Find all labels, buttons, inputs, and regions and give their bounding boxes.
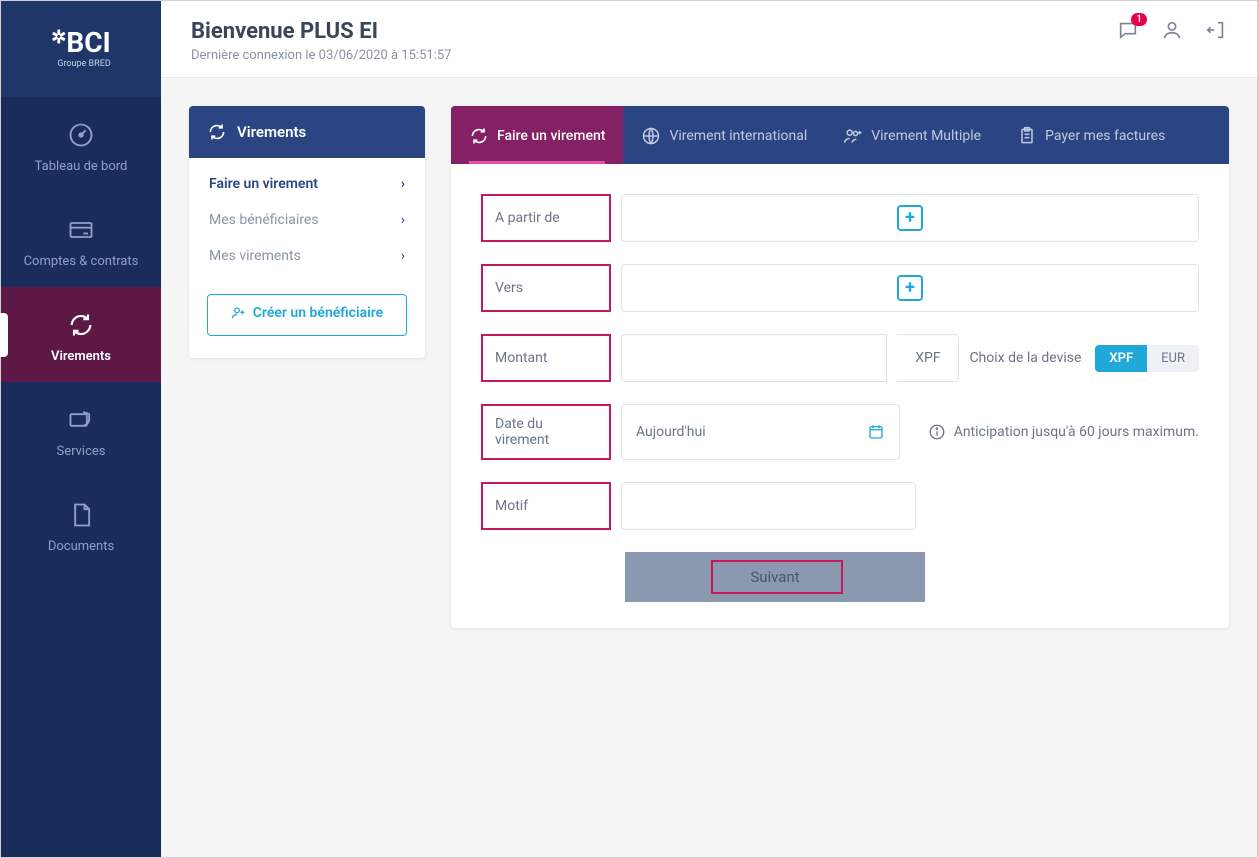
sidebar-item-documents[interactable]: Documents (1, 477, 161, 572)
motif-input[interactable] (636, 498, 901, 514)
clipboard-icon (1017, 126, 1037, 146)
refresh-icon (469, 126, 489, 146)
sidebar-item-services[interactable]: Services (1, 382, 161, 477)
currency-eur-button[interactable]: EUR (1147, 345, 1199, 372)
label-date: Date du virement (481, 404, 611, 460)
sidebar: ✲BCI Groupe BRED Tableau de bord Comptes… (1, 1, 161, 857)
label-motif: Motif (481, 482, 611, 530)
person-plus-icon (231, 305, 247, 321)
submenu-mes-virements[interactable]: Mes virements › (189, 238, 425, 274)
card-icon (67, 216, 95, 244)
currency-choice-label: Choix de la devise (969, 350, 1081, 366)
last-login: Dernière connexion le 03/06/2020 à 15:51… (191, 48, 451, 63)
chevron-right-icon: › (401, 212, 405, 228)
logo-text: BCI (66, 26, 110, 59)
create-beneficiary-label: Créer un bénéficiaire (253, 305, 383, 321)
sidebar-label: Documents (48, 539, 114, 554)
sidebar-label: Services (57, 444, 106, 459)
create-beneficiary-button[interactable]: Créer un bénéficiaire (207, 294, 407, 336)
sidebar-item-transfers[interactable]: Virements (1, 287, 161, 382)
calendar-icon[interactable] (867, 423, 885, 441)
submenu-label: Mes bénéficiaires (209, 212, 319, 228)
logout-icon[interactable] (1205, 19, 1227, 41)
label-amount: Montant (481, 334, 611, 382)
amount-field[interactable] (621, 334, 887, 382)
topbar: Bienvenue PLUS EI Dernière connexion le … (161, 1, 1257, 78)
currency-xpf-button[interactable]: XPF (1095, 345, 1147, 372)
tab-label: Faire un virement (497, 128, 605, 144)
date-value: Aujourd'hui (636, 424, 706, 440)
submenu-beneficiaires[interactable]: Mes bénéficiaires › (189, 202, 425, 238)
logo-subtext: Groupe BRED (51, 59, 110, 69)
info-icon (928, 423, 946, 441)
date-hint: Anticipation jusqu'à 60 jours maximum. (928, 404, 1199, 460)
label-to: Vers (481, 264, 611, 312)
chevron-right-icon: › (401, 248, 405, 264)
submit-button[interactable]: Suivant (625, 552, 925, 602)
to-account-field[interactable]: + (621, 264, 1199, 312)
people-plus-icon (843, 126, 863, 146)
tab-label: Payer mes factures (1045, 128, 1165, 144)
sidebar-label: Virements (51, 349, 111, 364)
tab-faire-virement[interactable]: Faire un virement (451, 106, 623, 164)
logo: ✲BCI Groupe BRED (1, 1, 161, 97)
tab-label: Virement Multiple (871, 128, 981, 144)
submenu-faire-virement[interactable]: Faire un virement › (189, 166, 425, 202)
card-header: Virements (189, 106, 425, 158)
chevron-right-icon: › (401, 176, 405, 192)
user-icon[interactable] (1161, 19, 1183, 41)
add-from-button[interactable]: + (897, 205, 923, 231)
date-hint-text: Anticipation jusqu'à 60 jours maximum. (954, 424, 1199, 440)
motif-field[interactable] (621, 482, 916, 530)
label-from: A partir de (481, 194, 611, 242)
transfer-panel: Faire un virement Virement international… (451, 106, 1229, 628)
virements-card: Virements Faire un virement › Mes bénéfi… (189, 106, 425, 358)
tabs: Faire un virement Virement international… (451, 106, 1229, 164)
tab-factures[interactable]: Payer mes factures (999, 106, 1183, 164)
refresh-icon (207, 122, 227, 142)
amount-input[interactable] (636, 350, 872, 366)
shield-card-icon (67, 406, 95, 434)
from-account-field[interactable]: + (621, 194, 1199, 242)
document-icon (67, 501, 95, 529)
currency-toggle: XPF EUR (1095, 345, 1199, 372)
add-to-button[interactable]: + (897, 275, 923, 301)
submenu-label: Mes virements (209, 248, 301, 264)
gauge-icon (67, 121, 95, 149)
date-field[interactable]: Aujourd'hui (621, 404, 900, 460)
sidebar-item-accounts[interactable]: Comptes & contrats (1, 192, 161, 287)
highlight-box (711, 560, 843, 594)
globe-icon (641, 126, 661, 146)
tab-international[interactable]: Virement international (623, 106, 825, 164)
sidebar-label: Tableau de bord (35, 159, 128, 174)
notification-badge: 1 (1131, 13, 1147, 26)
sidebar-label: Comptes & contrats (24, 254, 139, 269)
tab-label: Virement international (669, 128, 807, 144)
card-title: Virements (237, 123, 306, 141)
sidebar-item-dashboard[interactable]: Tableau de bord (1, 97, 161, 192)
page-title: Bienvenue PLUS EI (191, 19, 451, 44)
amount-currency: XPF (897, 334, 959, 382)
tab-multiple[interactable]: Virement Multiple (825, 106, 999, 164)
submenu-label: Faire un virement (209, 176, 318, 192)
refresh-icon (67, 311, 95, 339)
messages-icon[interactable]: 1 (1117, 19, 1139, 41)
